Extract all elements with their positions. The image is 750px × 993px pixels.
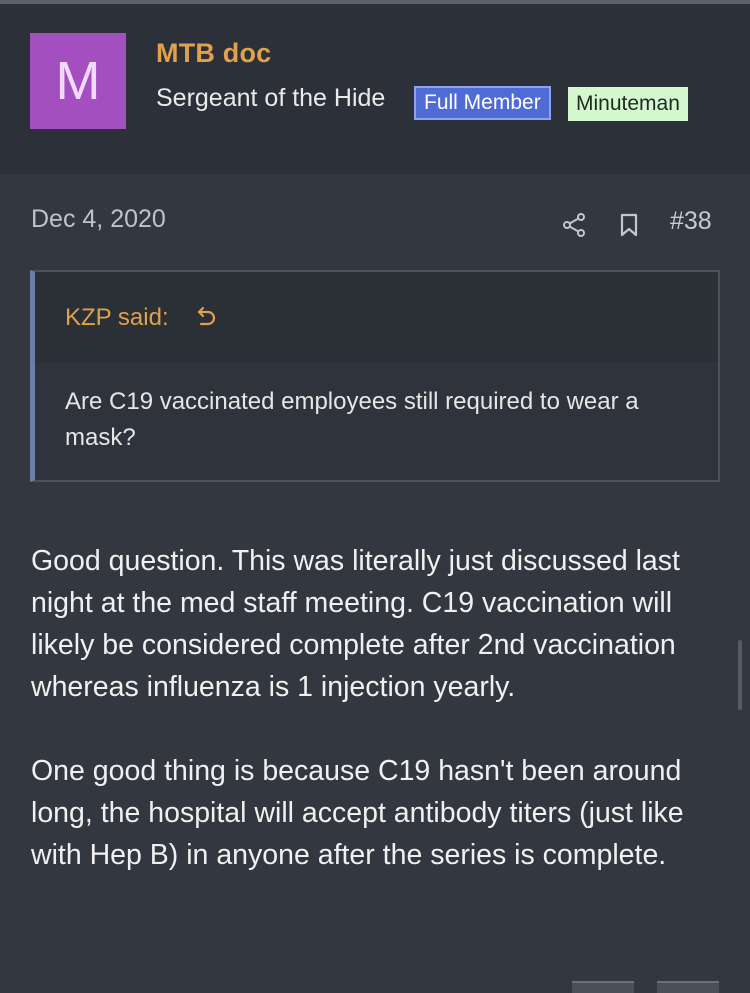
bookmark-icon[interactable] — [618, 212, 640, 238]
post-paragraph: Good question. This was literally just d… — [31, 545, 680, 703]
username-link[interactable]: MTB doc — [156, 38, 271, 69]
post-paragraph: One good thing is because C19 hasn't bee… — [31, 755, 684, 871]
reply-button[interactable] — [657, 981, 719, 993]
scrollbar[interactable] — [738, 640, 742, 710]
user-header: M MTB doc Sergeant of the Hide Full Memb… — [0, 4, 750, 174]
post-date-link[interactable]: Dec 4, 2020 — [31, 205, 166, 234]
badge-minuteman: Minuteman — [568, 87, 688, 121]
reaction-button[interactable] — [572, 981, 634, 993]
post-number-link[interactable]: #38 — [670, 207, 712, 236]
quote-block: KZP said: Are C19 vaccinated employees s… — [30, 270, 720, 482]
share-icon[interactable] — [562, 212, 586, 238]
badge-full-member: Full Member — [414, 86, 551, 120]
jump-to-quote-icon[interactable] — [195, 305, 219, 329]
post-body: Good question. This was literally just d… — [31, 540, 721, 918]
quote-text: Are C19 vaccinated employees still requi… — [65, 388, 639, 451]
quote-author-link[interactable]: KZP said: — [65, 304, 169, 332]
avatar[interactable]: M — [30, 33, 126, 129]
user-title: Sergeant of the Hide — [156, 84, 386, 112]
quote-header: KZP said: — [35, 272, 718, 362]
